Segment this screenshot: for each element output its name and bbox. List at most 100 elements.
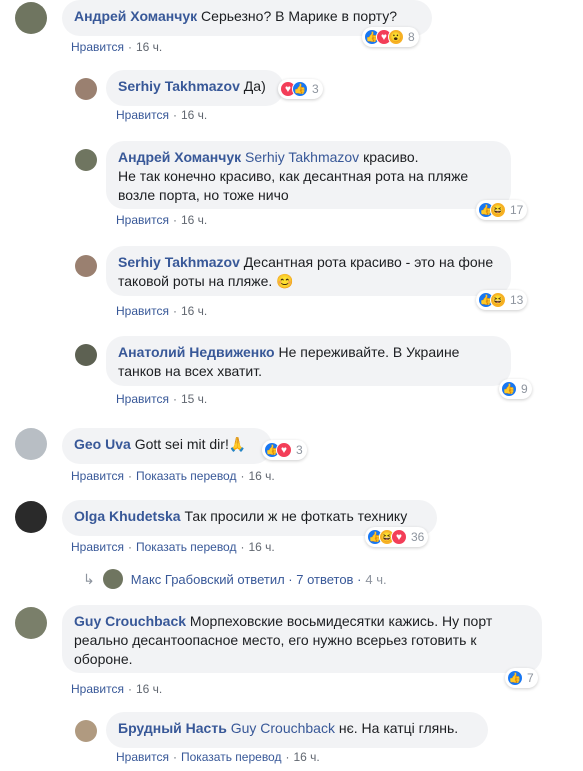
- reaction-summary[interactable]: 👍 ♥ 3: [262, 440, 307, 460]
- comment-bubble: Анатолий Недвиженко Не переживайте. В Ук…: [106, 336, 511, 386]
- reaction-summary[interactable]: 👍 😆 13: [476, 290, 528, 310]
- comment-time[interactable]: 15 ч.: [181, 392, 207, 406]
- reaction-count: 3: [312, 82, 319, 96]
- like-link[interactable]: Нравится: [71, 682, 124, 696]
- comment-bubble: Брудный Насть Guy Crouchback нє. На катц…: [106, 712, 488, 748]
- show-translation-link[interactable]: Показать перевод: [181, 750, 282, 764]
- love-reaction-icon: ♥: [276, 442, 292, 458]
- comment-author[interactable]: Андрей Хоманчук: [118, 149, 241, 165]
- reply-summary-text[interactable]: Макс Грабовский ответил · 7 ответов ·: [131, 572, 362, 587]
- comment-text-line: возле порта, но тоже ничо: [118, 187, 289, 203]
- like-link[interactable]: Нравится: [116, 750, 169, 764]
- comment-actions: Нравится · 16 ч.: [71, 40, 163, 54]
- comment-text: Так просили ж не фоткать технику: [184, 508, 408, 524]
- reaction-count: 17: [510, 203, 524, 217]
- reaction-count: 8: [408, 30, 415, 44]
- reaction-count: 9: [521, 382, 528, 396]
- comment-actions: Нравится · Показать перевод · 16 ч.: [71, 469, 275, 483]
- like-reaction-icon: 👍: [501, 381, 517, 397]
- reaction-summary[interactable]: 👍 😆 ♥ 36: [365, 527, 429, 547]
- reaction-count: 3: [296, 443, 303, 457]
- comment-author[interactable]: Serhiy Takhmazov: [118, 254, 240, 270]
- like-link[interactable]: Нравится: [116, 304, 169, 318]
- show-translation-link[interactable]: Показать перевод: [136, 540, 237, 554]
- wow-reaction-icon: 😮: [388, 29, 404, 45]
- comment-time[interactable]: 16 ч.: [248, 540, 274, 554]
- like-reaction-icon: 👍: [292, 81, 308, 97]
- comment-bubble: Guy Crouchback Морпеховские восьмидесятк…: [62, 605, 542, 673]
- comment-text: нє. На катці глянь.: [338, 720, 459, 736]
- comment-actions: Нравится · 16 ч.: [116, 213, 208, 227]
- comment-author[interactable]: Olga Khudetska: [74, 508, 181, 524]
- comment-time[interactable]: 16 ч.: [181, 108, 207, 122]
- like-link[interactable]: Нравится: [116, 392, 169, 406]
- avatar: [102, 569, 123, 589]
- comment-bubble: Serhiy Takhmazov Да): [106, 70, 284, 106]
- comment-actions: Нравится · 16 ч.: [116, 304, 208, 318]
- comment-time[interactable]: 16 ч.: [293, 750, 319, 764]
- reaction-summary[interactable]: 👍 ♥ 😮 8: [362, 27, 419, 47]
- avatar[interactable]: [15, 428, 47, 460]
- mentioned-user[interactable]: Serhiy Takhmazov: [245, 149, 359, 165]
- avatar[interactable]: [15, 501, 47, 533]
- comment-author[interactable]: Guy Crouchback: [74, 613, 186, 629]
- comment-author[interactable]: Анатолий Недвиженко: [118, 344, 275, 360]
- show-translation-link[interactable]: Показать перевод: [136, 469, 237, 483]
- reaction-count: 7: [527, 671, 534, 685]
- comment-actions: Нравится · 15 ч.: [116, 392, 208, 406]
- reply-summary-time: 4 ч.: [365, 571, 387, 587]
- comment-text-line: реально десантоопасное место, его нужно …: [74, 632, 477, 648]
- comment-text-line: Не так конечно красиво, как десантная ро…: [118, 168, 469, 184]
- comment-author[interactable]: Geo Uva: [74, 436, 131, 452]
- like-link[interactable]: Нравится: [71, 540, 124, 554]
- avatar[interactable]: [75, 720, 97, 742]
- avatar[interactable]: [75, 78, 97, 100]
- comment-bubble: Андрей Хоманчук Serhiy Takhmazov красиво…: [106, 141, 511, 209]
- comment-time[interactable]: 16 ч.: [181, 213, 207, 227]
- avatar[interactable]: [75, 255, 97, 277]
- comment-time[interactable]: 16 ч.: [136, 682, 162, 696]
- reaction-summary[interactable]: 👍 7: [505, 668, 538, 688]
- avatar[interactable]: [15, 2, 47, 34]
- comment-time[interactable]: 16 ч.: [181, 304, 207, 318]
- like-link[interactable]: Нравится: [116, 213, 169, 227]
- comment-text: Gott sei mit dir!🙏: [134, 436, 247, 452]
- like-link[interactable]: Нравится: [71, 40, 124, 54]
- haha-reaction-icon: 😆: [490, 292, 506, 308]
- comment-text: Да): [243, 78, 266, 94]
- reply-arrow-icon: ↳: [83, 570, 95, 587]
- comment-text: Десантная рота красиво - это на фоне: [243, 254, 494, 270]
- reaction-summary[interactable]: 👍 😆 17: [476, 200, 528, 220]
- comment-time[interactable]: 16 ч.: [136, 40, 162, 54]
- reaction-summary[interactable]: 👍 9: [499, 379, 532, 399]
- comment-text: Морпеховские восьмидесятки кажись. Ну по…: [189, 613, 493, 629]
- comment-author[interactable]: Брудный Насть: [118, 720, 227, 736]
- comment-actions: Нравится · 16 ч.: [71, 682, 163, 696]
- love-reaction-icon: ♥: [391, 529, 407, 545]
- comment-actions: Нравится · Показать перевод · 16 ч.: [116, 750, 320, 764]
- comment-text: красиво.: [363, 149, 419, 165]
- like-link[interactable]: Нравится: [71, 469, 124, 483]
- comment-actions: Нравится · 16 ч.: [116, 108, 208, 122]
- comment-text: Серьезно? В Марике в порту?: [201, 8, 398, 24]
- view-replies-link[interactable]: ↳ Макс Грабовский ответил · 7 ответов · …: [83, 569, 387, 589]
- like-reaction-icon: 👍: [507, 670, 523, 686]
- comment-time[interactable]: 16 ч.: [248, 469, 274, 483]
- comment-text: Не переживайте. В Украине: [278, 344, 460, 360]
- like-link[interactable]: Нравится: [116, 108, 169, 122]
- avatar[interactable]: [75, 344, 97, 366]
- comment-actions: Нравится · Показать перевод · 16 ч.: [71, 540, 275, 554]
- comment-author[interactable]: Андрей Хоманчук: [74, 8, 197, 24]
- comment-author[interactable]: Serhiy Takhmazov: [118, 78, 240, 94]
- comment-text-line: танков на всех хватит.: [118, 363, 262, 379]
- comment-text-line: таковой роты на пляже. 😊: [118, 273, 294, 289]
- reaction-summary[interactable]: ♥ 👍 3: [278, 79, 323, 99]
- avatar[interactable]: [15, 607, 47, 639]
- haha-reaction-icon: 😆: [490, 202, 506, 218]
- avatar[interactable]: [75, 149, 97, 171]
- reaction-count: 13: [510, 293, 524, 307]
- comment-text-line: обороне.: [74, 651, 133, 667]
- comment-bubble: Serhiy Takhmazov Десантная рота красиво …: [106, 246, 511, 296]
- mentioned-user[interactable]: Guy Crouchback: [231, 720, 335, 736]
- reaction-count: 36: [411, 530, 425, 544]
